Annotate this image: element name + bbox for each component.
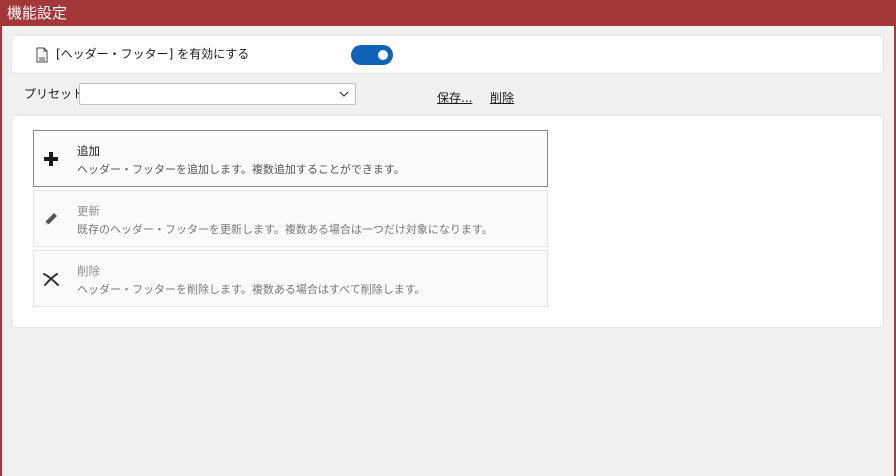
delete-action-title: 削除 [77,264,100,278]
enable-label: [ヘッダー・フッター] を有効にする [56,47,250,61]
document-icon [36,47,48,63]
update-action-button[interactable]: 更新 既存のヘッダー・フッターを更新します。複数ある場合は一つだけ対象になります… [33,190,548,247]
main-content: [ヘッダー・フッター] を有効にする プリセット： 保存... 削除 追加 ヘッ… [2,26,894,476]
enable-toggle-switch[interactable] [351,45,393,65]
add-action-button[interactable]: 追加 ヘッダー・フッターを追加します。複数追加することができます。 [33,130,548,187]
preset-dropdown[interactable] [79,83,356,105]
delete-action-button[interactable]: 削除 ヘッダー・フッターを削除します。複数ある場合はすべて削除します。 [33,250,548,307]
pencil-icon [45,213,57,225]
window-title: 機能設定 [0,0,896,26]
delete-action-description: ヘッダー・フッターを削除します。複数ある場合はすべて削除します。 [77,283,426,296]
plus-icon [44,152,58,166]
delete-preset-link[interactable]: 削除 [490,90,514,106]
add-action-title: 追加 [77,144,100,158]
toggle-knob [378,50,388,60]
actions-card: 追加 ヘッダー・フッターを追加します。複数追加することができます。 更新 既存の… [11,115,884,328]
save-preset-link[interactable]: 保存... [437,90,472,106]
update-action-title: 更新 [77,204,100,218]
add-action-description: ヘッダー・フッターを追加します。複数追加することができます。 [77,163,405,176]
update-action-description: 既存のヘッダー・フッターを更新します。複数ある場合は一つだけ対象になります。 [77,223,493,236]
enable-card: [ヘッダー・フッター] を有効にする [11,35,884,74]
delete-x-icon [43,273,59,286]
chevron-down-icon [339,91,349,97]
